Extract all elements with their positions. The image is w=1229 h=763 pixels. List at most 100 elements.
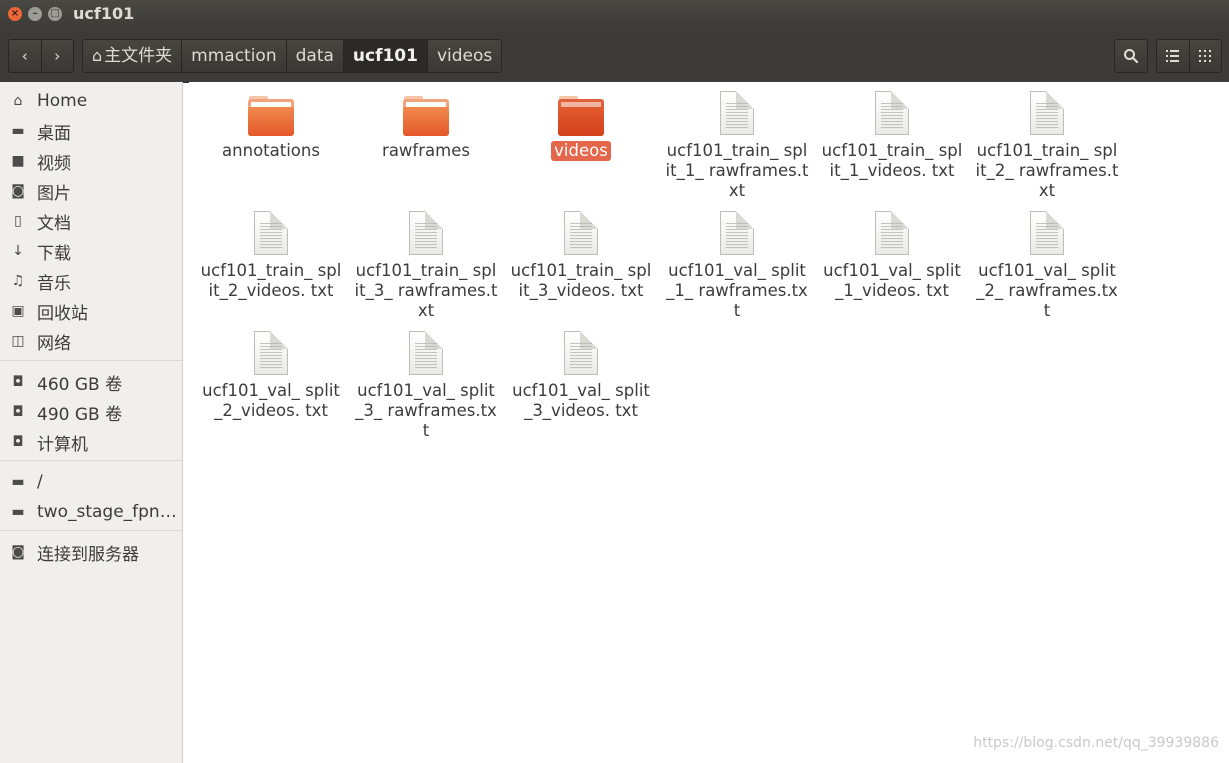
file-name: ucf101_val_ split_1_videos. txt <box>823 261 961 300</box>
sidebar-item-root[interactable]: ▬ / <box>0 467 182 497</box>
breadcrumb-ucf101[interactable]: ucf101 <box>343 40 428 72</box>
grid-view-button[interactable] <box>1188 40 1222 72</box>
sidebar-item-label: 桌面 <box>37 123 71 144</box>
maximize-window-button[interactable]: □ <box>48 7 62 21</box>
sidebar-item-music[interactable]: ♫ 音乐 <box>0 266 182 296</box>
folder-icon: ▬ <box>11 474 25 490</box>
breadcrumb-videos[interactable]: videos <box>427 40 502 72</box>
text-file-icon <box>564 331 598 375</box>
music-icon: ♫ <box>11 273 25 289</box>
breadcrumb-mmaction[interactable]: mmaction <box>182 40 287 72</box>
text-file-icon <box>254 331 288 375</box>
video-icon: ■ <box>11 153 25 169</box>
document-icon: ▯ <box>14 213 22 229</box>
file-item[interactable]: ucf101_train_ split_1_videos. txt <box>817 82 967 181</box>
file-item[interactable]: annotations <box>196 82 346 161</box>
sidebar-item-pictures[interactable]: ◙ 图片 <box>0 176 182 206</box>
folder-icon <box>558 96 604 136</box>
sidebar-item-volume-490[interactable]: ◘ 490 GB 卷 <box>0 397 182 427</box>
file-name: ucf101_train_ split_3_ rawframes.txt <box>354 261 498 320</box>
toolbar: ‹ › ⌂ 主文件夹 mmaction data ucf101 videos <box>0 30 1229 83</box>
network-icon: ◫ <box>11 333 25 349</box>
file-name: ucf101_val_ split_3_videos. txt <box>512 381 650 420</box>
file-item-selected[interactable]: videos <box>506 82 656 161</box>
navigation-buttons: ‹ › <box>8 39 74 73</box>
download-icon: ↓ <box>12 243 24 259</box>
sidebar-item-label: / <box>37 472 43 492</box>
file-name: ucf101_train_ split_2_videos. txt <box>200 261 342 300</box>
view-mode-buttons <box>1156 39 1222 73</box>
sidebar: ⌂ Home ▬ 桌面 ■ 视频 ◙ 图片 ▯ 文档 ↓ 下载 ♫ 音乐 ▣ 回收站 ◫ 网络 ◘… <box>0 82 183 763</box>
sidebar-item-network[interactable]: ◫ 网络 <box>0 326 182 356</box>
breadcrumb-label: 主文件夹 <box>104 46 173 66</box>
text-file-icon <box>564 211 598 255</box>
file-item[interactable]: rawframes <box>351 82 501 161</box>
file-name: videos <box>551 141 611 161</box>
sidebar-item-documents[interactable]: ▯ 文档 <box>0 206 182 236</box>
back-button[interactable]: ‹ <box>9 40 41 72</box>
file-item[interactable]: ucf101_val_ split_2_videos. txt <box>196 322 346 421</box>
home-icon: ⌂ <box>92 46 103 65</box>
minimize-window-button[interactable]: – <box>28 7 42 21</box>
file-item[interactable]: ucf101_train_ split_3_ rawframes.txt <box>351 202 501 321</box>
sidebar-item-label: 460 GB 卷 <box>37 374 123 395</box>
folder-icon: ▬ <box>11 504 25 520</box>
file-name: ucf101_train_ split_2_ rawframes.txt <box>975 141 1119 200</box>
file-item[interactable]: ucf101_train_ split_2_videos. txt <box>196 202 346 301</box>
search-icon <box>1124 49 1139 64</box>
folder-icon: ▬ <box>11 123 25 139</box>
chevron-right-icon: › <box>54 47 61 65</box>
folder-icon <box>248 96 294 136</box>
trash-icon: ▣ <box>11 303 25 319</box>
list-view-button[interactable] <box>1157 40 1189 72</box>
text-file-icon <box>1030 91 1064 135</box>
text-file-icon <box>875 211 909 255</box>
sidebar-item-downloads[interactable]: ↓ 下载 <box>0 236 182 266</box>
drive-icon: ◘ <box>12 434 24 450</box>
text-file-icon <box>875 91 909 135</box>
breadcrumb-data[interactable]: data <box>286 40 344 72</box>
window-title: ucf101 <box>73 4 135 23</box>
sidebar-item-desktop[interactable]: ▬ 桌面 <box>0 116 182 146</box>
sidebar-item-home[interactable]: ⌂ Home <box>0 86 182 116</box>
file-name: ucf101_train_ split_1_videos. txt <box>821 141 963 180</box>
sidebar-item-label: 计算机 <box>37 434 88 455</box>
file-item[interactable]: ucf101_val_ split_1_videos. txt <box>817 202 967 301</box>
sidebar-item-label: 文档 <box>37 213 71 234</box>
close-window-button[interactable]: × <box>8 7 22 21</box>
file-name: rawframes <box>382 141 470 160</box>
drive-icon: ◘ <box>12 374 24 390</box>
file-item[interactable]: ucf101_val_ split_3_videos. txt <box>506 322 656 421</box>
file-item[interactable]: ucf101_val_ split_1_ rawframes.txt <box>662 202 812 321</box>
text-file-icon <box>409 331 443 375</box>
file-item[interactable]: ucf101_val_ split_2_ rawframes.txt <box>972 202 1122 321</box>
forward-button[interactable]: › <box>40 40 74 72</box>
file-item[interactable]: ucf101_train_ split_2_ rawframes.txt <box>972 82 1122 201</box>
file-item[interactable]: ucf101_train_ split_3_videos. txt <box>506 202 656 301</box>
sidebar-item-computer[interactable]: ◘ 计算机 <box>0 427 182 457</box>
server-icon: ◙ <box>11 544 25 560</box>
file-item[interactable]: ucf101_val_ split_3_ rawframes.txt <box>351 322 501 441</box>
sidebar-item-two-stage-fpn[interactable]: ▬ two_stage_fpn… <box>0 497 182 527</box>
sidebar-item-volume-460[interactable]: ◘ 460 GB 卷 <box>0 367 182 397</box>
drive-icon: ◘ <box>12 404 24 420</box>
breadcrumb-home[interactable]: ⌂ 主文件夹 <box>83 40 183 72</box>
breadcrumb: ⌂ 主文件夹 mmaction data ucf101 videos <box>82 39 503 73</box>
sidebar-item-label: 连接到服务器 <box>37 544 139 565</box>
sidebar-divider <box>0 530 182 531</box>
file-name: annotations <box>222 141 320 160</box>
sidebar-item-connect-server[interactable]: ◙ 连接到服务器 <box>0 537 182 567</box>
file-name: ucf101_train_ split_3_videos. txt <box>510 261 652 300</box>
sidebar-item-trash[interactable]: ▣ 回收站 <box>0 296 182 326</box>
sidebar-item-label: Home <box>37 91 88 111</box>
file-name: ucf101_train_ split_1_ rawframes.txt <box>665 141 809 200</box>
text-file-icon <box>720 211 754 255</box>
search-button[interactable] <box>1114 39 1148 73</box>
list-view-icon <box>1165 50 1179 62</box>
sidebar-item-label: 图片 <box>37 183 71 204</box>
file-name: ucf101_val_ split_1_ rawframes.txt <box>666 261 808 320</box>
sidebar-item-label: two_stage_fpn… <box>37 502 177 522</box>
file-item[interactable]: ucf101_train_ split_1_ rawframes.txt <box>662 82 812 201</box>
sidebar-item-videos[interactable]: ■ 视频 <box>0 146 182 176</box>
file-name: ucf101_val_ split_2_videos. txt <box>202 381 340 420</box>
